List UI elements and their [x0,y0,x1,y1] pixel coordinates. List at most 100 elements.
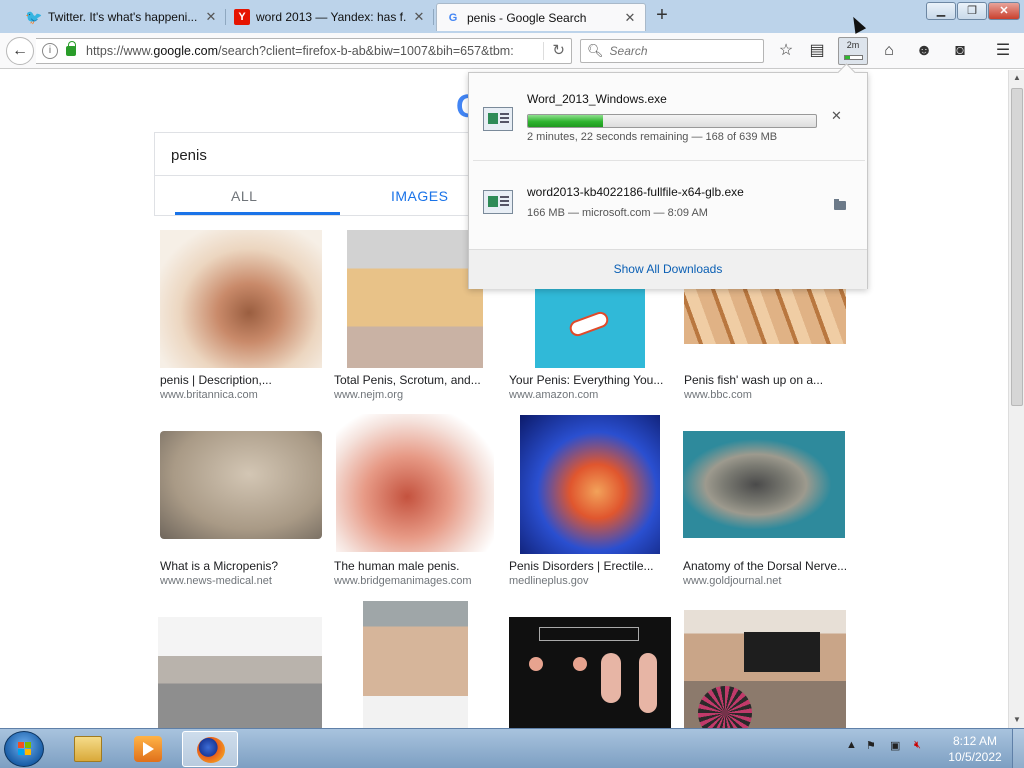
result-caption[interactable]: Anatomy of the Dorsal Nerve... [683,559,849,573]
result-source: www.britannica.com [160,389,258,401]
downloads-button[interactable]: 2m [838,37,868,65]
result-caption[interactable]: Your Penis: Everything You... [509,373,669,387]
cancel-download-icon[interactable]: ✕ [831,108,842,124]
result-caption[interactable]: Penis Disorders | Erectile... [509,559,669,573]
network-icon[interactable]: ▣ [890,739,900,752]
yandex-icon: Y [234,9,250,25]
query-text[interactable]: penis [171,147,207,164]
download-item[interactable]: word2013-kb4022186-fullfile-x64-glb.exe … [469,161,869,247]
download-status: 2 minutes, 22 seconds remaining — 168 of… [527,131,778,143]
home-icon[interactable]: ⌂ [878,40,900,62]
result-image[interactable] [684,288,846,344]
download-filename: word2013-kb4022186-fullfile-x64-glb.exe [527,185,744,199]
result-caption[interactable]: Total Penis, Scrotum, and... [334,373,494,387]
reload-icon[interactable]: ↻ [543,42,565,60]
download-time-badge: 2m [846,40,860,50]
result-image[interactable] [347,230,483,368]
result-image[interactable] [535,288,645,368]
result-source: www.goldjournal.net [683,575,782,587]
active-tab-indicator [175,212,340,215]
vertical-scrollbar[interactable]: ▲ ▼ [1008,70,1024,728]
tab-google-search[interactable]: G penis - Google Search ✕ [436,3,646,31]
result-caption[interactable]: penis | Description,... [160,373,330,387]
url-bar[interactable]: i https://www.google.com/search?client=f… [36,38,572,64]
download-filename: Word_2013_Windows.exe [527,92,667,106]
result-image[interactable] [160,431,322,539]
result-caption[interactable]: The human male penis. [334,559,494,573]
taskbar-media-player[interactable] [120,731,176,767]
clock[interactable]: 8:12 AM 10/5/2022 [940,733,1010,765]
close-tab-icon[interactable]: ✕ [412,10,426,24]
taskbar: ▲ ⚑ ▣ 🔇︎ 8:12 AM 10/5/2022 [0,728,1024,768]
reading-list-icon[interactable]: ▤ [806,40,828,62]
clock-date: 10/5/2022 [948,750,1002,764]
media-player-icon [134,736,162,762]
back-button[interactable]: ← [6,37,34,65]
open-folder-icon[interactable] [834,199,846,210]
smiley-feedback-icon[interactable]: ☻ [913,40,935,62]
pocket-icon[interactable]: ◙ [949,40,971,62]
volume-muted-icon[interactable]: 🔇︎ [914,739,921,752]
tab-title: penis - Google Search [467,10,587,25]
downloads-panel: Word_2013_Windows.exe 2 minutes, 22 seco… [468,72,868,289]
navigation-bar: ← i https://www.google.com/search?client… [0,33,1024,69]
tab-twitter[interactable]: 🐦 Twitter. It's what's happeni... ✕ [18,3,226,31]
tab-yandex[interactable]: Y word 2013 — Yandex: has f... ✕ [226,3,434,31]
result-image[interactable] [363,601,468,728]
clock-time: 8:12 AM [952,734,998,748]
download-item[interactable]: Word_2013_Windows.exe 2 minutes, 22 seco… [469,73,869,159]
result-source: www.bbc.com [684,389,752,401]
result-image[interactable] [509,617,671,728]
maximize-button[interactable]: ❐ [957,2,987,20]
result-source: www.amazon.com [509,389,599,401]
exe-file-icon [483,107,513,131]
folder-icon [74,736,102,762]
result-image[interactable] [158,617,322,728]
action-center-flag-icon[interactable]: ⚑ [866,739,876,752]
minimize-button[interactable]: ▁ [926,2,956,20]
firefox-icon [197,737,225,763]
result-image[interactable] [160,230,322,368]
start-button[interactable] [4,731,44,767]
url-text[interactable]: https://www.google.com/search?client=fir… [86,44,526,58]
menu-icon[interactable]: ☰ [992,40,1014,62]
tab-title: word 2013 — Yandex: has f... [256,10,406,24]
taskbar-firefox[interactable] [182,731,238,767]
result-image[interactable] [683,431,845,538]
download-progress-bar [527,114,817,128]
scroll-up-arrow[interactable]: ▲ [1009,70,1024,86]
info-icon[interactable]: i [42,43,58,59]
result-source: www.bridgemanimages.com [334,575,472,587]
tab-all[interactable]: ALL [231,188,257,204]
tab-images[interactable]: IMAGES [391,188,448,204]
tab-strip: 🐦 Twitter. It's what's happeni... ✕ Y wo… [0,0,1024,33]
bookmark-star-icon[interactable]: ☆ [775,40,797,62]
show-hidden-icons-icon[interactable]: ▲ [846,739,857,751]
close-tab-icon[interactable]: ✕ [204,10,218,24]
download-status: 166 MB — microsoft.com — 8:09 AM [527,207,708,219]
download-mini-progress [844,55,863,60]
show-desktop-button[interactable] [1012,729,1024,768]
search-tabs: ALL IMAGES [154,175,494,216]
result-caption[interactable]: What is a Micropenis? [160,559,330,573]
scroll-thumb[interactable] [1011,88,1023,406]
close-window-button[interactable]: ✕ [988,2,1020,20]
taskbar-explorer[interactable] [60,731,116,767]
new-tab-button[interactable]: + [650,5,674,27]
close-tab-icon[interactable]: ✕ [623,10,637,25]
twitter-icon: 🐦 [25,8,43,25]
result-source: www.nejm.org [334,389,404,401]
scroll-down-arrow[interactable]: ▼ [1009,712,1024,728]
search-bar[interactable]: 🔍︎ [580,39,764,63]
result-caption[interactable]: Penis fish' wash up on a... [684,373,844,387]
result-image[interactable] [684,610,846,728]
result-image[interactable] [520,415,660,554]
result-source: www.news-medical.net [160,575,272,587]
google-icon: G [448,11,458,24]
result-source: medlineplus.gov [509,575,589,587]
search-input[interactable] [609,44,760,58]
result-image[interactable] [336,414,494,552]
lock-icon[interactable] [66,41,76,56]
query-box[interactable]: penis [154,132,494,176]
show-all-downloads-button[interactable]: Show All Downloads [469,249,867,289]
